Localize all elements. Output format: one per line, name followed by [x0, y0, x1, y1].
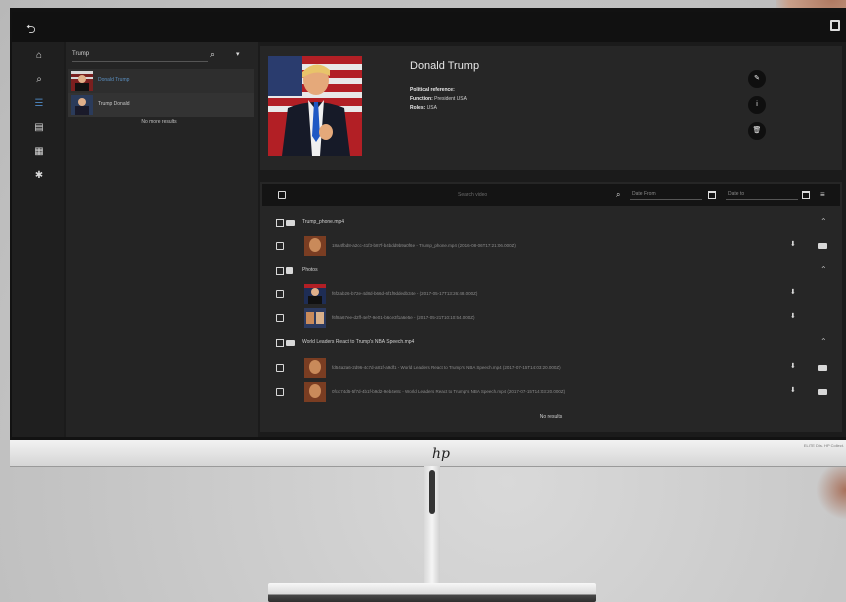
monitor-screen: ⮌ ⌂ ⌕ ☰ ▤ ▦ ✱ Trump ⌕ ▾ Donald Trump Tru: [12, 12, 846, 437]
home-icon[interactable]: ⌂: [33, 50, 45, 62]
filter-bar: Search video ⌕ Date From Date to ≡: [262, 184, 840, 206]
back-arrow-icon[interactable]: ⮌: [26, 20, 36, 41]
item-thumbnail: [304, 358, 326, 378]
download-icon[interactable]: ⬇: [790, 240, 796, 248]
video-icon: [286, 340, 295, 346]
hand-side: [816, 460, 846, 520]
item-title: 0fcc74d5-5f7d-4b1f-b9d2-9eb4e8c - World …: [332, 389, 566, 394]
item-thumbnail: [304, 284, 326, 304]
media-group[interactable]: World Leaders React to Trump's NBA Speec…: [260, 334, 842, 352]
hp-logo-icon: hp: [432, 446, 450, 462]
edit-icon[interactable]: ✎: [748, 70, 766, 88]
download-icon[interactable]: ⬇: [790, 312, 796, 320]
monitor-label: ELITE Dis. HP Collect.: [803, 443, 844, 448]
person-name: Donald Trump: [410, 60, 480, 72]
media-group[interactable]: Trump_phone.mp4 ⌃: [260, 214, 842, 232]
list-view-icon[interactable]: ≡: [820, 190, 825, 199]
account-icon[interactable]: [830, 20, 840, 31]
item-thumbnail: [304, 382, 326, 402]
group-title: World Leaders React to Trump's NBA Speec…: [302, 339, 415, 345]
group-checkbox[interactable]: [276, 219, 284, 227]
item-thumbnail: [304, 308, 326, 328]
search-input[interactable]: Trump: [72, 51, 89, 57]
item-title: fd54a2a6-2d96-4c7d-a81f-a9df1 - World Le…: [332, 365, 561, 370]
result-thumbnail: [71, 95, 93, 115]
top-app-bar: ⮌: [12, 12, 846, 42]
item-checkbox[interactable]: [276, 290, 284, 298]
video-icon[interactable]: [818, 365, 827, 371]
list-item[interactable]: fd54a2a6-2d96-4c7d-a81f-a9df1 - World Le…: [260, 356, 842, 380]
nav-rail: ⌂ ⌕ ☰ ▤ ▦ ✱: [12, 42, 64, 437]
person-fields: Political reference: Function: President…: [410, 86, 467, 113]
group-title: Photos: [302, 267, 318, 273]
item-checkbox[interactable]: [276, 314, 284, 322]
result-label: Donald Trump: [98, 77, 130, 83]
item-title: f6f2ab26-b72e-4d8d-b66d-6f1f9ddedb34e - …: [332, 291, 478, 296]
item-checkbox[interactable]: [276, 242, 284, 250]
date-to-field[interactable]: Date to: [728, 191, 744, 197]
people-icon[interactable]: ☰: [33, 98, 45, 110]
grid-icon[interactable]: ▦: [33, 146, 45, 158]
monitor-chin: hp ELITE Dis. HP Collect.: [10, 440, 846, 467]
monitor-stand-base: [268, 583, 596, 602]
field-political-reference: Political reference:: [410, 87, 455, 93]
item-title: f6f8a67ee-d2ff-4ef7-9e01-b6ce3f1a6e5e - …: [332, 315, 475, 320]
chevron-down-icon[interactable]: ▾: [236, 50, 240, 58]
result-label: Trump Donald: [98, 101, 130, 107]
no-more-results: No more results: [141, 119, 177, 125]
settings-icon[interactable]: ✱: [33, 170, 45, 182]
search-result[interactable]: Trump Donald: [68, 93, 254, 117]
item-checkbox[interactable]: [276, 388, 284, 396]
person-portrait: [268, 56, 362, 156]
video-icon[interactable]: [818, 243, 827, 249]
svg-text:hp: hp: [432, 446, 450, 462]
video-icon[interactable]: [818, 389, 827, 395]
item-thumbnail: [304, 236, 326, 256]
calendar-icon[interactable]: [708, 191, 716, 199]
list-item[interactable]: 18a4fbd8-a2cc-41f3-b87f-b4bdd9b9a0f6e - …: [260, 234, 842, 258]
video-search-input[interactable]: Search video: [458, 192, 487, 198]
search-icon[interactable]: ⌕: [33, 74, 45, 86]
select-all-checkbox[interactable]: [278, 191, 286, 199]
list-item[interactable]: f6f8a67ee-d2ff-4ef7-9e01-b6ce3f1a6e5e - …: [260, 306, 842, 330]
search-icon[interactable]: ⌕: [210, 49, 215, 60]
document-icon[interactable]: ▤: [33, 122, 45, 134]
group-title: Trump_phone.mp4: [302, 219, 345, 225]
group-checkbox[interactable]: [276, 267, 284, 275]
person-card: Donald Trump Political reference: Functi…: [260, 46, 842, 170]
search-panel: Trump ⌕ ▾ Donald Trump Trump Donald No m…: [66, 42, 258, 437]
detail-panel: Donald Trump Political reference: Functi…: [260, 42, 846, 437]
chevron-up-icon[interactable]: ⌃: [820, 265, 827, 274]
cable-slot: [429, 470, 435, 514]
search-result[interactable]: Donald Trump: [68, 69, 254, 93]
search-underline: [72, 61, 208, 62]
item-checkbox[interactable]: [276, 364, 284, 372]
download-icon[interactable]: ⬇: [790, 386, 796, 394]
date-from-underline: [630, 199, 702, 200]
info-icon[interactable]: i: [748, 96, 766, 114]
chevron-up-icon[interactable]: ⌃: [820, 217, 827, 226]
search-icon[interactable]: ⌕: [616, 190, 620, 200]
download-icon[interactable]: ⬇: [790, 362, 796, 370]
group-checkbox[interactable]: [276, 339, 284, 347]
media-group[interactable]: Photos ⌃: [260, 262, 842, 280]
field-roles: Roles: USA: [410, 105, 437, 111]
chevron-up-icon[interactable]: ⌃: [820, 337, 827, 346]
video-icon: [286, 220, 295, 226]
download-icon[interactable]: ⬇: [790, 288, 796, 296]
photo-icon: [286, 267, 293, 274]
item-title: 18a4fbd8-a2cc-41f3-b87f-b4bdd9b9a0f6e - …: [332, 243, 516, 248]
field-function: Function: President USA: [410, 96, 467, 102]
delete-icon[interactable]: 🗑: [748, 122, 766, 140]
list-item[interactable]: f6f2ab26-b72e-4d8d-b66d-6f1f9ddedb34e - …: [260, 282, 842, 306]
result-thumbnail: [71, 71, 93, 91]
list-item[interactable]: 0fcc74d5-5f7d-4b1f-b9d2-9eb4e8c - World …: [260, 380, 842, 404]
media-list: Search video ⌕ Date From Date to ≡ Trump…: [260, 182, 842, 432]
search-bar: Trump ⌕ ▾: [66, 46, 258, 66]
date-to-underline: [726, 199, 798, 200]
calendar-icon[interactable]: [802, 191, 810, 199]
date-from-field[interactable]: Date From: [632, 191, 656, 197]
no-results: No results: [539, 414, 563, 420]
